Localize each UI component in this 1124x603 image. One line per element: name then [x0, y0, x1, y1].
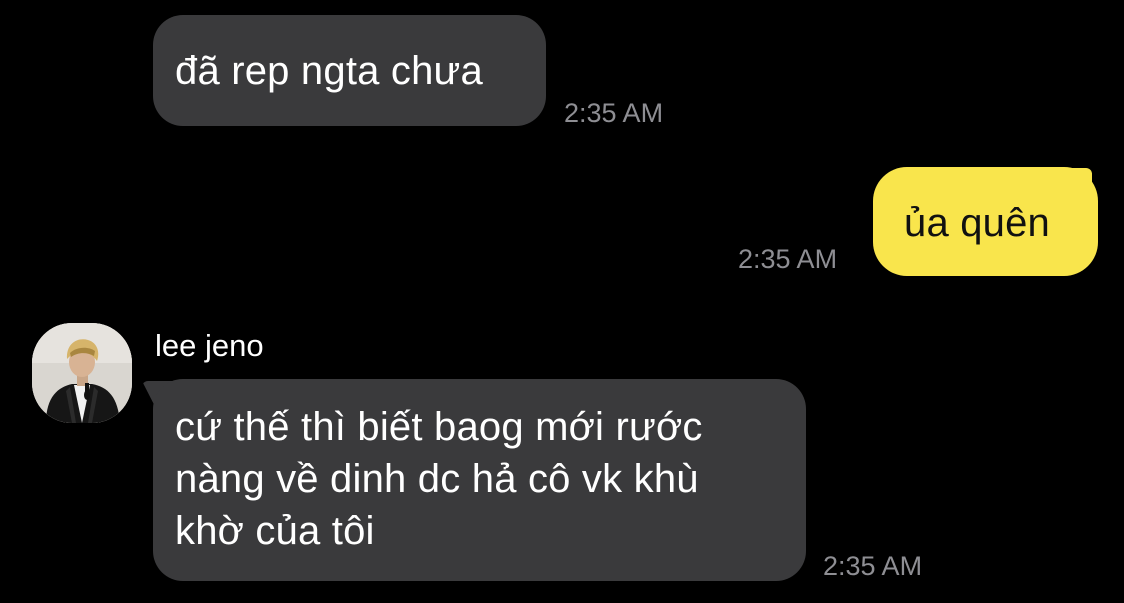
message-bubble-outgoing[interactable]: ủa quên — [873, 167, 1098, 276]
message-text: đã rep ngta chưa — [175, 49, 483, 93]
profile-photo-icon — [32, 323, 132, 423]
message-timestamp: 2:35 AM — [823, 551, 923, 581]
message-line: nàng về dinh dc hả cô vk khù — [175, 457, 699, 501]
message-line: khờ của tôi — [175, 509, 375, 553]
message-timestamp: 2:35 AM — [738, 244, 838, 274]
message-text: ủa quên — [904, 201, 1050, 245]
message-line: cứ thế thì biết baog mới rước — [175, 405, 703, 449]
avatar[interactable] — [32, 323, 132, 423]
message-bubble-incoming[interactable]: đã rep ngta chưa — [153, 15, 546, 126]
message-bubble-incoming[interactable]: cứ thế thì biết baog mới rước nàng về di… — [153, 379, 806, 581]
message-timestamp: 2:35 AM — [564, 98, 664, 128]
sender-name[interactable]: lee jeno — [155, 328, 264, 364]
